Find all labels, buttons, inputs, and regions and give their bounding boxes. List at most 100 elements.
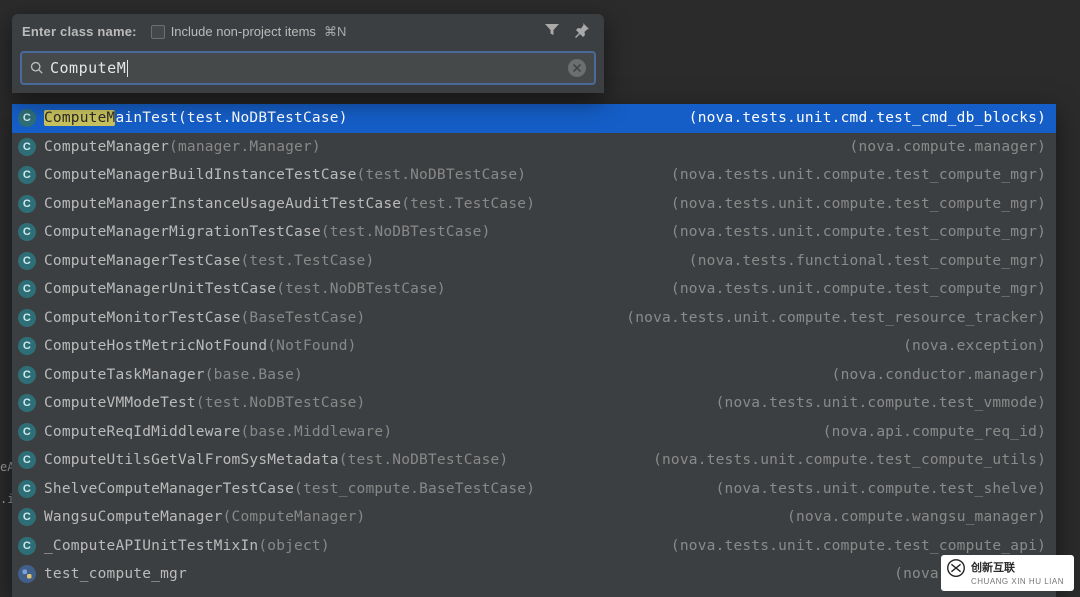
class-location: (nova.conductor.manager) [832,367,1046,383]
watermark-subtitle: CHUANG XIN HU LIAN [971,577,1064,586]
class-name: ComputeManagerUnitTestCase [44,281,276,297]
class-icon: C [18,423,36,441]
class-name: ComputeManager [44,139,169,155]
class-name: ShelveComputeManagerTestCase [44,481,294,497]
include-non-project-checkbox[interactable]: Include non-project items ⌘N [151,24,347,40]
filter-icon[interactable] [544,22,560,41]
class-name: ComputeMainTest [44,110,178,126]
class-context: (base.Middleware) [240,424,392,440]
class-location: (nova.api.compute_req_id) [823,424,1046,440]
result-row[interactable]: C ComputeManagerMigrationTestCase(test.No… [12,218,1056,247]
class-icon: C [18,195,36,213]
class-context: (NotFound) [267,338,356,354]
class-name: ComputeVMModeTest [44,395,196,411]
class-context: (ComputeManager) [223,509,366,525]
class-context: (test.NoDBTestCase) [276,281,446,297]
class-icon: C [18,166,36,184]
class-location: (nova.exception) [903,338,1046,354]
class-location: (nova.tests.unit.compute.test_compute_ut… [653,452,1046,468]
class-location: (nova.tests.unit.compute.test_compute_mg… [671,281,1046,297]
class-icon: C [18,451,36,469]
shortcut-hint: ⌘N [324,24,346,40]
class-location: (nova.tests.unit.compute.test_compute_ap… [671,538,1046,554]
class-icon: C [18,309,36,327]
class-name: ComputeTaskManager [44,367,205,383]
checkbox-box [151,25,165,39]
close-icon [573,64,581,72]
result-row[interactable]: C ComputeManagerUnitTestCase(test.NoDBTes… [12,275,1056,304]
class-location: (nova.tests.unit.compute.test_compute_mg… [671,196,1046,212]
class-icon: C [18,280,36,298]
result-row[interactable]: test_compute_mgr(nova.tests.func) [12,560,1056,589]
watermark-title: 创新互联 [971,562,1015,574]
class-name: ComputeUtilsGetValFromSysMetadata [44,452,339,468]
class-location: (nova.tests.unit.compute.test_compute_mg… [671,224,1046,240]
class-name: _ComputeAPIUnitTestMixIn [44,538,258,554]
editor-gutter: eA.i [0,0,12,597]
class-location: (nova.tests.unit.compute.test_vmmode) [716,395,1046,411]
result-row[interactable]: C _ComputeAPIUnitTestMixIn(object) (nova.t… [12,532,1056,561]
class-location: (nova.compute.wangsu_manager) [787,509,1046,525]
class-context: (test.TestCase) [401,196,535,212]
result-row[interactable]: C ComputeUtilsGetValFromSysMetadata(test.… [12,446,1056,475]
result-row[interactable]: C ComputeManagerTestCase(test.TestCase) (n… [12,247,1056,276]
class-context: (manager.Manager) [169,139,321,155]
class-context: (base.Base) [205,367,303,383]
class-name: ComputeManagerInstanceUsageAuditTestCase [44,196,401,212]
result-row[interactable]: C ComputeMainTest(test.NoDBTestCase) (nova… [12,104,1056,133]
checkbox-label: Include non-project items [171,24,316,39]
class-context: (test.NoDBTestCase) [339,452,509,468]
python-file-icon [18,565,36,583]
result-row[interactable]: CComputeVMModeTest(test.NoDBTestCase)(no… [12,389,1056,418]
search-input[interactable]: ComputeM [20,51,596,85]
class-name: ComputeHostMetricNotFound [44,338,267,354]
class-name: ComputeReqIdMiddleware [44,424,240,440]
class-name: ComputeManagerTestCase [44,253,240,269]
results-list: CComputeMainTest(test.NoDBTestCase)(nova… [12,104,1056,597]
class-location: (nova.tests.unit.compute.test_shelve) [716,481,1046,497]
result-row[interactable]: C ComputeManagerBuildInstanceTestCase(tes… [12,161,1056,190]
class-context: (test.NoDBTestCase) [321,224,491,240]
class-context: (test.NoDBTestCase) [196,395,366,411]
result-row[interactable]: C ComputeMonitorTestCase(BaseTestCase) (no… [12,304,1056,333]
result-row[interactable]: C ComputeManager(manager.Manager) (nova.co… [12,133,1056,162]
class-context: (BaseTestCase) [240,310,365,326]
clear-button[interactable] [568,59,586,77]
class-location: (nova.compute.manager) [850,139,1046,155]
class-location: (nova.tests.unit.compute.test_compute_mg… [671,167,1046,183]
class-icon: C [18,138,36,156]
class-icon: C [18,252,36,270]
text-caret [127,60,128,77]
class-context: (test.NoDBTestCase) [357,167,527,183]
search-query-text: ComputeM [50,59,568,77]
class-name: ComputeMonitorTestCase [44,310,240,326]
class-name: WangsuComputeManager [44,509,223,525]
class-context: (test_compute.BaseTestCase) [294,481,535,497]
class-location: (nova.tests.functional.test_compute_mgr) [689,253,1046,269]
result-row[interactable]: C ShelveComputeManagerTestCase(test_compu… [12,475,1056,504]
dialog-header: Enter class name: Include non-project it… [12,14,604,51]
class-context: (test.NoDBTestCase) [178,110,348,126]
result-row[interactable]: C WangsuComputeManager(ComputeManager) (no… [12,503,1056,532]
class-location: (nova.tests.unit.cmd.test_cmd_db_blocks) [689,110,1046,126]
class-context: (object) [258,538,329,554]
class-icon: C [18,537,36,555]
search-icon [30,61,44,75]
goto-class-dialog: Enter class name: Include non-project it… [12,14,604,93]
class-icon: C [18,337,36,355]
class-icon: C [18,109,36,127]
result-row[interactable]: C ComputeManagerInstanceUsageAuditTestCas… [12,190,1056,219]
class-icon: C [18,223,36,241]
class-context: (test.TestCase) [240,253,374,269]
class-icon: C [18,480,36,498]
class-name: test_compute_mgr [44,566,187,582]
result-row[interactable]: C ComputeHostMetricNotFound(NotFound) (nov… [12,332,1056,361]
result-row[interactable]: CComputeTaskManager(base.Base)(nova.cond… [12,361,1056,390]
result-row[interactable]: C ComputeReqIdMiddleware(base.Middleware)… [12,418,1056,447]
class-location: (nova.tests.unit.compute.test_resource_t… [626,310,1046,326]
class-icon: C [18,508,36,526]
class-name: ComputeManagerBuildInstanceTestCase [44,167,357,183]
watermark: 创新互联 CHUANG XIN HU LIAN [941,555,1074,591]
pin-icon[interactable] [574,22,590,41]
class-name: ComputeManagerMigrationTestCase [44,224,321,240]
